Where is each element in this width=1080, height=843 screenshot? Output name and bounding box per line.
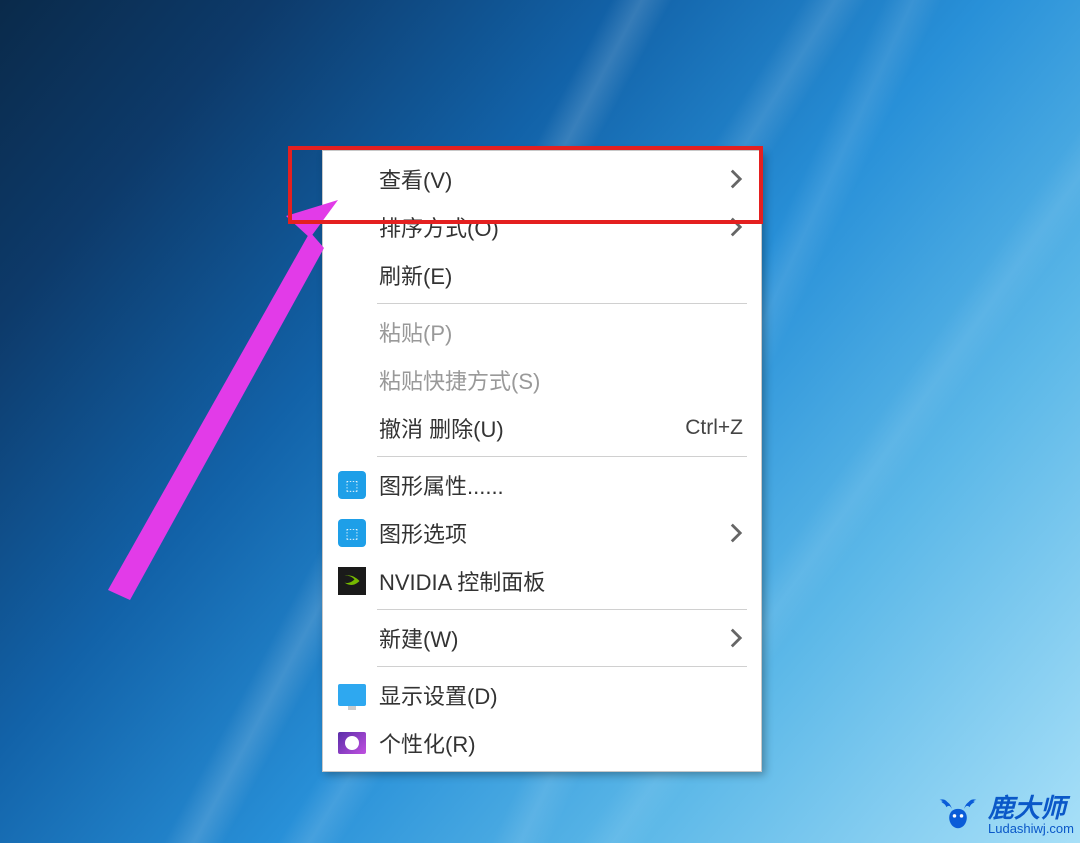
chevron-right-icon	[729, 521, 743, 545]
menu-item-paste: 粘贴(P)	[325, 308, 759, 356]
menu-item-label: 撤消 删除(U)	[379, 412, 685, 444]
menu-separator	[377, 303, 747, 304]
blank-icon	[333, 317, 371, 347]
menu-item-refresh[interactable]: 刷新(E)	[325, 251, 759, 299]
menu-item-graphics-options[interactable]: ⬚ 图形选项	[325, 509, 759, 557]
intel-graphics-icon: ⬚	[333, 470, 371, 500]
menu-item-label: 刷新(E)	[379, 259, 743, 291]
menu-item-label: 显示设置(D)	[379, 679, 743, 711]
menu-item-label: 粘贴快捷方式(S)	[379, 364, 743, 396]
menu-item-label: 查看(V)	[379, 163, 729, 195]
menu-item-label: 个性化(R)	[379, 727, 743, 759]
menu-item-nvidia-control-panel[interactable]: NVIDIA 控制面板	[325, 557, 759, 605]
menu-item-view[interactable]: 查看(V)	[325, 155, 759, 203]
menu-item-label: NVIDIA 控制面板	[379, 565, 743, 597]
intel-graphics-icon: ⬚	[333, 518, 371, 548]
menu-item-label: 粘贴(P)	[379, 316, 743, 348]
chevron-right-icon	[729, 167, 743, 191]
blank-icon	[333, 212, 371, 242]
menu-item-personalize[interactable]: 个性化(R)	[325, 719, 759, 767]
deer-logo-icon	[936, 793, 980, 837]
nvidia-icon	[333, 566, 371, 596]
menu-item-label: 新建(W)	[379, 622, 729, 654]
menu-item-new[interactable]: 新建(W)	[325, 614, 759, 662]
menu-separator	[377, 609, 747, 610]
menu-item-paste-shortcut: 粘贴快捷方式(S)	[325, 356, 759, 404]
blank-icon	[333, 260, 371, 290]
desktop-context-menu: 查看(V) 排序方式(O) 刷新(E) 粘贴(P) 粘贴快捷方式(S) 撤消 删…	[322, 150, 762, 772]
chevron-right-icon	[729, 626, 743, 650]
menu-item-label: 排序方式(O)	[379, 211, 729, 243]
menu-item-display-settings[interactable]: 显示设置(D)	[325, 671, 759, 719]
watermark-brand: 鹿大师	[988, 794, 1074, 823]
blank-icon	[333, 623, 371, 653]
menu-item-shortcut: Ctrl+Z	[685, 416, 743, 440]
display-settings-icon	[333, 680, 371, 710]
blank-icon	[333, 164, 371, 194]
menu-item-graphics-properties[interactable]: ⬚ 图形属性......	[325, 461, 759, 509]
watermark-url: Ludashiwj.com	[988, 822, 1074, 836]
menu-item-label: 图形选项	[379, 517, 729, 549]
menu-item-sort[interactable]: 排序方式(O)	[325, 203, 759, 251]
watermark: 鹿大师 Ludashiwj.com	[936, 793, 1074, 837]
chevron-right-icon	[729, 215, 743, 239]
menu-separator	[377, 456, 747, 457]
personalize-icon	[333, 728, 371, 758]
menu-separator	[377, 666, 747, 667]
menu-item-undo-delete[interactable]: 撤消 删除(U) Ctrl+Z	[325, 404, 759, 452]
menu-item-label: 图形属性......	[379, 469, 743, 501]
blank-icon	[333, 365, 371, 395]
blank-icon	[333, 413, 371, 443]
